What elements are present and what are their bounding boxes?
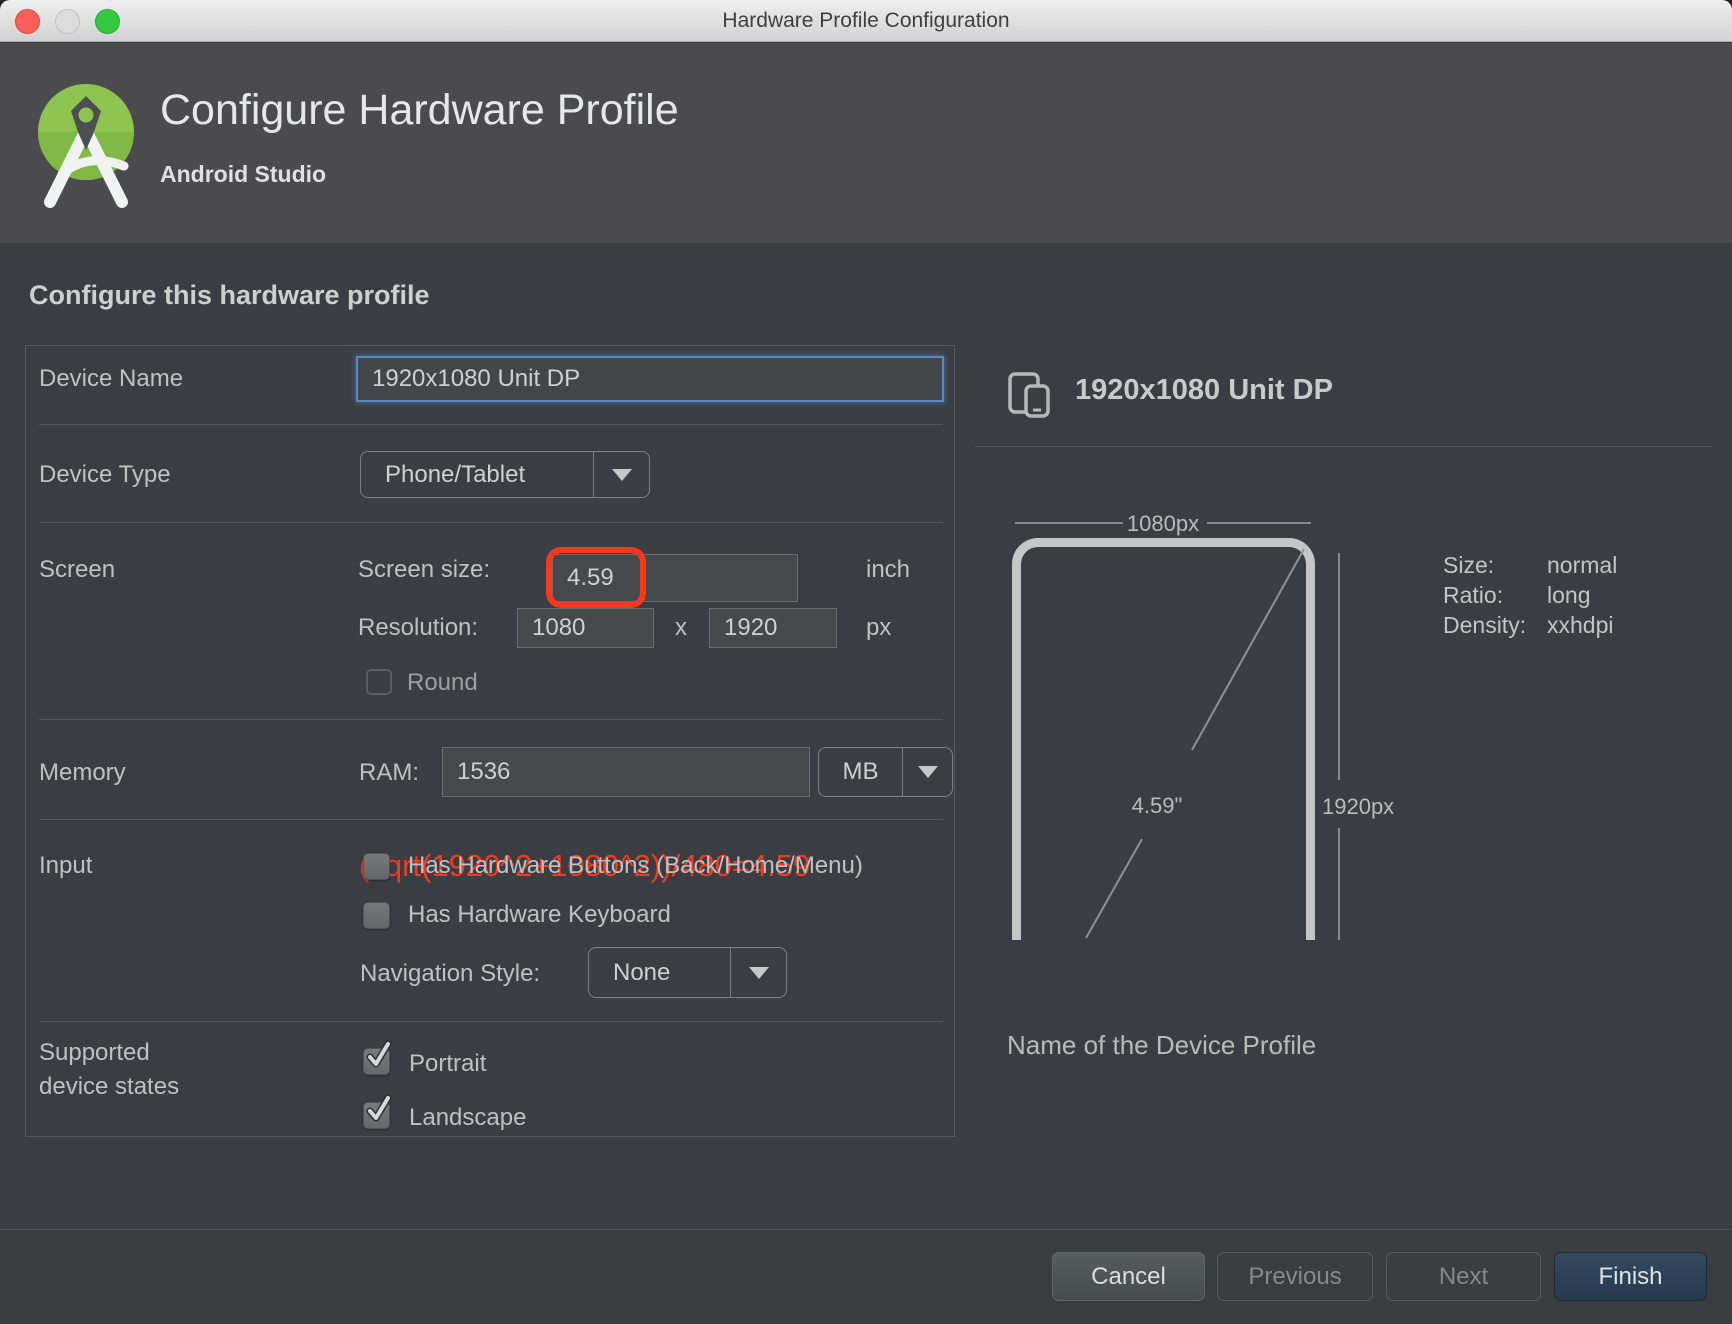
ram-input[interactable] [442,747,810,797]
divider [39,719,943,720]
preview-device-name: 1920x1080 Unit DP [1075,374,1333,406]
screen-label: Screen [39,556,116,583]
property-row: Density: xxhdpi [1443,612,1614,638]
device-type-value: Phone/Tablet [385,460,526,488]
section-heading: Configure this hardware profile [29,280,430,310]
window-title: Hardware Profile Configuration [722,9,1010,32]
width-measure-line [1207,522,1311,524]
hw-buttons-label: Has Hardware Buttons (Back/Home/Menu) [408,852,863,879]
device-name-input[interactable] [356,356,944,402]
supported-states-label: Supported device states [39,1039,180,1100]
height-measure-line [1338,828,1340,940]
finish-button[interactable]: Finish [1554,1252,1707,1301]
dropdown-arrow-icon [730,948,786,997]
checkmark-icon [366,1040,392,1068]
ram-unit-dropdown[interactable]: MB [818,747,953,797]
divider [39,424,943,425]
checkmark-icon [366,1094,392,1122]
wizard-subtitle: Android Studio [160,161,327,187]
resolution-separator: x [675,614,687,641]
landscape-checkbox[interactable] [363,1094,392,1129]
dropdown-arrow-icon [593,452,649,497]
nav-style-value: None [613,958,671,986]
ram-label: RAM: [359,759,419,786]
ram-unit-value: MB [842,758,879,785]
memory-label: Memory [39,759,126,786]
preview-divider [975,446,1712,447]
input-label: Input [39,852,93,879]
landscape-label: Landscape [409,1104,527,1131]
hw-buttons-checkbox[interactable] [363,853,390,880]
nav-style-label: Navigation Style: [360,960,541,987]
height-measure-line [1338,553,1340,780]
previous-button[interactable]: Previous [1217,1252,1373,1301]
portrait-checkbox[interactable] [363,1040,392,1075]
screen-diagonal-line [1085,548,1305,939]
screen-size-unit: inch [866,556,911,583]
hw-keyboard-label: Has Hardware Keyboard [408,901,671,928]
divider [39,522,943,523]
wizard-header: Configure Hardware Profile Android Studi… [0,43,1732,243]
titlebar: Hardware Profile Configuration [0,0,1732,42]
field-hint-text: Name of the Device Profile [1007,1030,1317,1060]
hw-keyboard-checkbox[interactable] [363,902,390,929]
round-checkbox[interactable] [366,669,392,695]
height-dimension-label: 1920px [1322,794,1395,819]
property-row: Size: normal [1443,552,1618,578]
screen-size-label: Screen size: [358,556,491,583]
divider [39,1021,943,1022]
nav-style-dropdown[interactable]: None [588,947,787,998]
android-studio-logo-icon [38,84,134,208]
width-measure-line [1015,522,1123,524]
device-name-label: Device Name [39,365,184,392]
resolution-label: Resolution: [358,614,479,641]
round-label: Round [407,669,478,696]
resolution-width-input[interactable] [517,608,654,648]
width-dimension-label: 1080px [1126,511,1200,536]
cancel-button[interactable]: Cancel [1052,1252,1205,1301]
dropdown-arrow-icon [902,748,952,796]
portrait-label: Portrait [409,1050,487,1077]
divider [39,819,943,820]
property-row: Ratio: long [1443,582,1591,608]
dialog-footer: Cancel Previous Next Finish [0,1229,1732,1324]
diagonal-dimension-label: 4.59" [1131,793,1183,818]
device-properties: Size: normal Ratio: long Density: xxhdpi [1443,550,1617,640]
hardware-profile-dialog: Hardware Profile Configuration Configure… [0,0,1732,1324]
next-button[interactable]: Next [1386,1252,1541,1301]
device-type-label: Device Type [39,461,171,488]
annotation-highlight-box [546,547,646,608]
wizard-title: Configure Hardware Profile [160,86,679,134]
devices-icon [1008,372,1050,418]
device-type-dropdown[interactable]: Phone/Tablet [360,451,650,498]
hardware-profile-form: Device Name Device Type Phone/Tablet (sq… [25,345,955,1137]
resolution-unit: px [866,614,892,641]
resolution-height-input[interactable] [709,608,837,648]
